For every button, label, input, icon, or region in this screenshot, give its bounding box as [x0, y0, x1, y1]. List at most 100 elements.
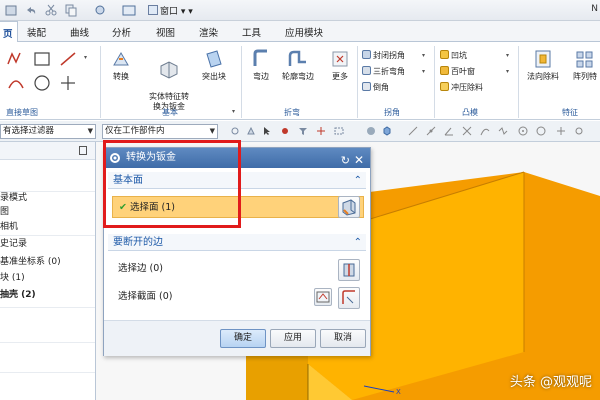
- copy-icon[interactable]: [64, 4, 78, 17]
- filter-funnel-icon[interactable]: [298, 126, 308, 136]
- tab-curve[interactable]: 曲线: [70, 25, 89, 39]
- more-label: 更多: [332, 72, 348, 81]
- navigator-item[interactable]: 基准坐标系 (0): [0, 256, 61, 269]
- more-button[interactable]: 更多: [326, 48, 354, 82]
- undo-icon[interactable]: [24, 4, 38, 17]
- switch-window-icon[interactable]: [122, 4, 136, 17]
- navigator-header: [0, 142, 95, 160]
- snap-midpoint-icon[interactable]: [426, 126, 436, 136]
- maximize-icon[interactable]: [79, 146, 87, 155]
- point-icon[interactable]: [58, 74, 78, 92]
- normal-cutout-icon: [535, 50, 551, 68]
- apply-button[interactable]: 应用: [270, 329, 316, 348]
- snap-endpoint-icon[interactable]: [408, 126, 418, 136]
- tab-home[interactable]: 页: [0, 21, 18, 43]
- drawn-cutout-button[interactable]: 冲压除料: [440, 82, 483, 94]
- selection-filter-bar: 有选择过滤器 ▼ 仅在工作部件内 ▼: [0, 121, 600, 142]
- dimple-button[interactable]: 凹坑: [440, 50, 467, 62]
- corner-dropdown[interactable]: ▾: [422, 68, 425, 75]
- sketch-more-dropdown[interactable]: ▾: [84, 54, 87, 61]
- form-dropdown[interactable]: ▾: [506, 52, 509, 59]
- watermark: 头条 @观观呢: [509, 375, 592, 390]
- line-icon[interactable]: [58, 50, 78, 68]
- tab-feature-icon: [206, 50, 222, 68]
- select-face-button[interactable]: [338, 196, 360, 218]
- closed-corner-button[interactable]: 封闭拐角: [362, 50, 405, 62]
- select-section-button[interactable]: [338, 287, 360, 309]
- group-label-basic: 基本: [162, 108, 178, 117]
- section-edges-title: 要断开的边: [113, 237, 163, 248]
- section-edges-to-rip[interactable]: 要断开的边 ⌃: [108, 234, 366, 251]
- sketch-icon: [316, 291, 330, 303]
- command-finder-icon[interactable]: [94, 4, 108, 17]
- sketch-section-button[interactable]: [314, 288, 332, 306]
- cut-icon[interactable]: [44, 4, 58, 17]
- cube-view-icon[interactable]: [382, 126, 392, 136]
- basic-more-dropdown[interactable]: ▾: [232, 108, 235, 115]
- point-snap-icon[interactable]: [316, 126, 326, 136]
- close-icon[interactable]: ✕: [354, 150, 364, 170]
- tab-assembly[interactable]: 装配: [27, 25, 46, 39]
- type-filter-combo[interactable]: 有选择过滤器 ▼: [0, 124, 96, 139]
- group-label-form: 凸模: [462, 108, 478, 117]
- divider: [0, 235, 95, 236]
- tab-tools[interactable]: 工具: [242, 25, 261, 39]
- navigator-item[interactable]: 块 (1): [0, 272, 25, 285]
- arc-icon[interactable]: [6, 74, 26, 92]
- flange-button[interactable]: 弯边: [246, 48, 276, 82]
- rectangle-icon[interactable]: [32, 50, 52, 68]
- snap-intersection-icon[interactable]: [462, 126, 472, 136]
- solid-to-sheet-button[interactable]: 实体特征转 换为钣金: [143, 48, 195, 112]
- snap-icon[interactable]: [230, 126, 240, 136]
- snap-tangent-icon[interactable]: [480, 126, 490, 136]
- form-dropdown[interactable]: ▾: [506, 68, 509, 75]
- chevron-up-icon[interactable]: ⌃: [354, 234, 362, 251]
- navigator-item[interactable]: 史记录: [0, 238, 27, 251]
- cursor-icon[interactable]: [262, 126, 272, 136]
- navigator-item[interactable]: 图: [0, 206, 9, 219]
- tab-applications[interactable]: 应用模块: [285, 25, 323, 39]
- navigator-item-selected[interactable]: 抽壳 (2): [0, 289, 36, 302]
- chamfer-button[interactable]: 倒角: [362, 82, 389, 94]
- scope-filter-combo[interactable]: 仅在工作部件内 ▼: [102, 124, 218, 139]
- profile-icon[interactable]: [6, 50, 26, 68]
- cancel-button[interactable]: 取消: [320, 329, 366, 348]
- tab-render[interactable]: 渲染: [199, 25, 218, 39]
- reset-icon[interactable]: ↻: [341, 151, 350, 171]
- three-bend-corner-icon: [362, 66, 371, 75]
- louver-button[interactable]: 百叶窗: [440, 66, 475, 78]
- snap-point-icon[interactable]: [556, 126, 566, 136]
- edge-select-icon: [343, 263, 355, 277]
- circle-icon[interactable]: [32, 74, 52, 92]
- quick-access-button[interactable]: [4, 4, 18, 17]
- group-label-sketch: 直接草图: [6, 108, 38, 117]
- navigator-item[interactable]: 相机: [0, 221, 18, 234]
- window-menu[interactable]: 窗口 ▾ ▾: [148, 4, 193, 17]
- shading-icon[interactable]: [366, 126, 376, 136]
- contour-flange-button[interactable]: 轮廓弯边: [278, 48, 318, 82]
- corner-dropdown[interactable]: ▾: [422, 52, 425, 59]
- title-bar: 窗口 ▾ ▾ N: [0, 0, 600, 21]
- ok-button[interactable]: 确定: [220, 329, 266, 348]
- select-all-icon[interactable]: [280, 126, 290, 136]
- snap-curve-icon[interactable]: [498, 126, 508, 136]
- navigator-item[interactable]: 录模式: [0, 192, 27, 205]
- snap-center-icon[interactable]: [518, 126, 528, 136]
- tab-view[interactable]: 视图: [156, 25, 175, 39]
- chevron-up-icon[interactable]: ⌃: [354, 172, 362, 189]
- convert-button[interactable]: 转换: [106, 48, 136, 82]
- normal-cutout-button[interactable]: 法向除料: [522, 48, 564, 82]
- select-edge-label: 选择边 (0): [118, 263, 163, 274]
- three-bend-corner-button[interactable]: 三折弯角: [362, 66, 405, 78]
- tab-analysis[interactable]: 分析: [112, 25, 131, 39]
- select-edge-row[interactable]: 选择边 (0): [112, 258, 364, 280]
- snap-angle-icon[interactable]: [444, 126, 454, 136]
- snap-quadrant-icon[interactable]: [536, 126, 546, 136]
- snap-existing-point-icon[interactable]: [574, 126, 584, 136]
- array-feature-button[interactable]: 阵列特: [568, 48, 600, 82]
- array-feature-icon: [576, 51, 593, 68]
- select-edge-button[interactable]: [338, 259, 360, 281]
- tab-button[interactable]: 突出块: [198, 48, 230, 82]
- select-face-filter-icon[interactable]: [246, 126, 256, 136]
- rectangle-select-icon[interactable]: [334, 126, 344, 136]
